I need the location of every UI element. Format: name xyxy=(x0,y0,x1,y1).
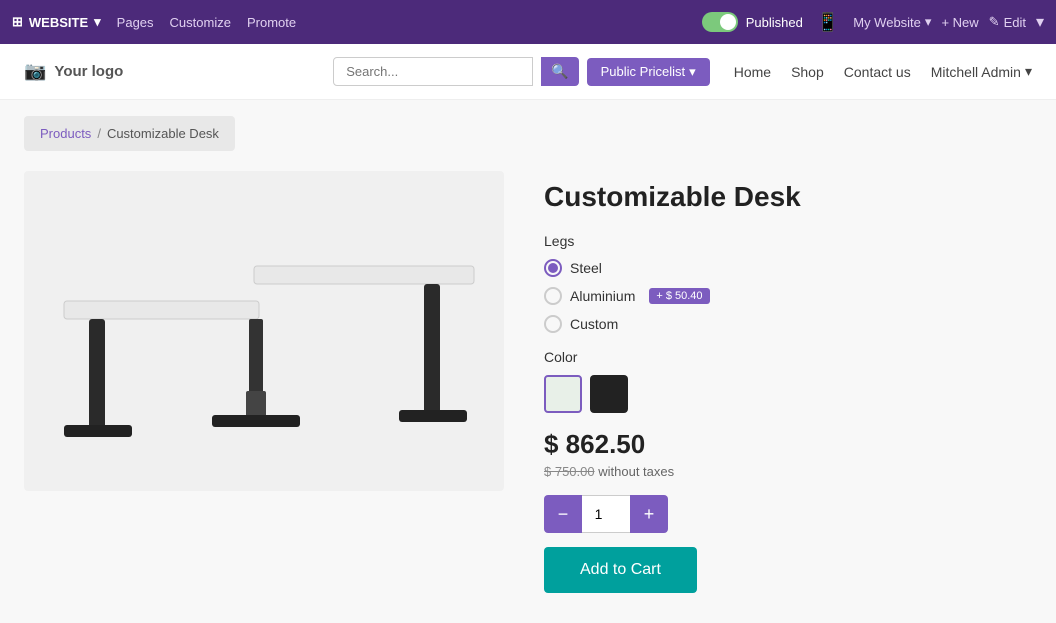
site-nav: Home Shop Contact us Mitchell Admin ▾ xyxy=(734,63,1032,80)
edit-button[interactable]: ✎ Edit xyxy=(989,14,1026,30)
camera-icon: 📷 xyxy=(24,61,46,82)
admin-bar-right: Published 📱 My Website ▾ + New ✎ Edit ▾ xyxy=(702,12,1044,33)
price-main: $ 862.50 xyxy=(544,429,1032,460)
legs-aluminium-option[interactable]: Aluminium + $ 50.40 xyxy=(544,287,1032,305)
admin-chevron-icon: ▾ xyxy=(1025,63,1032,80)
legs-steel-label: Steel xyxy=(570,260,602,276)
logo-text: Your logo xyxy=(54,63,123,80)
publish-toggle-container: Published xyxy=(702,12,803,32)
pencil-icon: ✎ xyxy=(989,14,1000,30)
search-button[interactable]: 🔍 xyxy=(541,57,578,86)
legs-steel-radio[interactable] xyxy=(544,259,562,277)
quantity-row: − + xyxy=(544,495,1032,533)
color-swatches xyxy=(544,375,1032,413)
admin-user-label: Mitchell Admin xyxy=(931,64,1021,80)
pricelist-chevron-icon: ▾ xyxy=(689,64,696,80)
customize-link[interactable]: Customize xyxy=(170,15,231,30)
publish-label: Published xyxy=(746,15,803,30)
more-options-button[interactable]: ▾ xyxy=(1036,12,1044,32)
legs-option-group: Legs Steel Aluminium + $ 50.40 Custom xyxy=(544,233,1032,333)
pages-link[interactable]: Pages xyxy=(117,15,154,30)
legs-custom-radio[interactable] xyxy=(544,315,562,333)
my-website-button[interactable]: My Website ▾ xyxy=(853,14,931,30)
legs-steel-option[interactable]: Steel xyxy=(544,259,1032,277)
brand-label: WEBSITE xyxy=(29,15,88,30)
brand-chevron-icon: ▾ xyxy=(94,14,101,30)
my-website-chevron-icon: ▾ xyxy=(925,14,932,30)
publish-toggle[interactable] xyxy=(702,12,738,32)
new-button[interactable]: + New xyxy=(941,15,978,30)
quantity-input[interactable] xyxy=(582,495,630,533)
site-header: 📷 Your logo 🔍 Public Pricelist ▾ Home Sh… xyxy=(0,44,1056,100)
breadcrumb-separator: / xyxy=(97,126,101,141)
price-crossed: $ 750.00 xyxy=(544,464,595,479)
color-option-group: Color xyxy=(544,349,1032,413)
legs-aluminium-radio[interactable] xyxy=(544,287,562,305)
nav-contact[interactable]: Contact us xyxy=(844,64,911,80)
product-title: Customizable Desk xyxy=(544,181,1032,213)
price-sub: $ 750.00 without taxes xyxy=(544,464,1032,479)
nav-shop[interactable]: Shop xyxy=(791,64,824,80)
legs-aluminium-label: Aluminium xyxy=(570,288,635,304)
mobile-preview-icon[interactable]: 📱 xyxy=(817,12,839,33)
quantity-increase-button[interactable]: + xyxy=(630,495,668,533)
breadcrumb: Products / Customizable Desk xyxy=(24,116,235,151)
color-swatch-black[interactable] xyxy=(590,375,628,413)
color-swatch-white[interactable] xyxy=(544,375,582,413)
search-input[interactable] xyxy=(333,57,533,86)
legs-label: Legs xyxy=(544,233,1032,249)
admin-bar: ⊞ WEBSITE ▾ Pages Customize Promote Publ… xyxy=(0,0,1056,44)
pricelist-label: Public Pricelist xyxy=(601,64,686,79)
product-details: Customizable Desk Legs Steel Aluminium +… xyxy=(544,171,1032,593)
promote-link[interactable]: Promote xyxy=(247,15,296,30)
admin-bar-left: ⊞ WEBSITE ▾ Pages Customize Promote xyxy=(12,14,686,30)
legs-custom-option[interactable]: Custom xyxy=(544,315,1032,333)
main-content: Products / Customizable Desk xyxy=(0,100,1056,623)
logo-area: 📷 Your logo xyxy=(24,61,123,82)
quantity-decrease-button[interactable]: − xyxy=(544,495,582,533)
price-suffix: without taxes xyxy=(598,464,674,479)
product-image-container xyxy=(24,171,504,491)
my-website-label: My Website xyxy=(853,15,921,30)
legs-custom-label: Custom xyxy=(570,316,618,332)
website-brand[interactable]: ⊞ WEBSITE ▾ xyxy=(12,14,101,30)
grid-icon: ⊞ xyxy=(12,14,23,30)
color-label: Color xyxy=(544,349,1032,365)
aluminium-price-badge: + $ 50.40 xyxy=(649,288,709,304)
breadcrumb-products-link[interactable]: Products xyxy=(40,126,91,141)
admin-user-button[interactable]: Mitchell Admin ▾ xyxy=(931,63,1032,80)
legs-steel-radio-inner xyxy=(548,263,558,273)
edit-label: Edit xyxy=(1004,15,1026,30)
nav-home[interactable]: Home xyxy=(734,64,771,80)
product-image xyxy=(34,181,494,481)
product-layout: Customizable Desk Legs Steel Aluminium +… xyxy=(24,171,1032,593)
add-to-cart-button[interactable]: Add to Cart xyxy=(544,547,697,593)
pricelist-button[interactable]: Public Pricelist ▾ xyxy=(587,58,710,86)
new-label: + New xyxy=(941,15,978,30)
breadcrumb-current: Customizable Desk xyxy=(107,126,219,141)
